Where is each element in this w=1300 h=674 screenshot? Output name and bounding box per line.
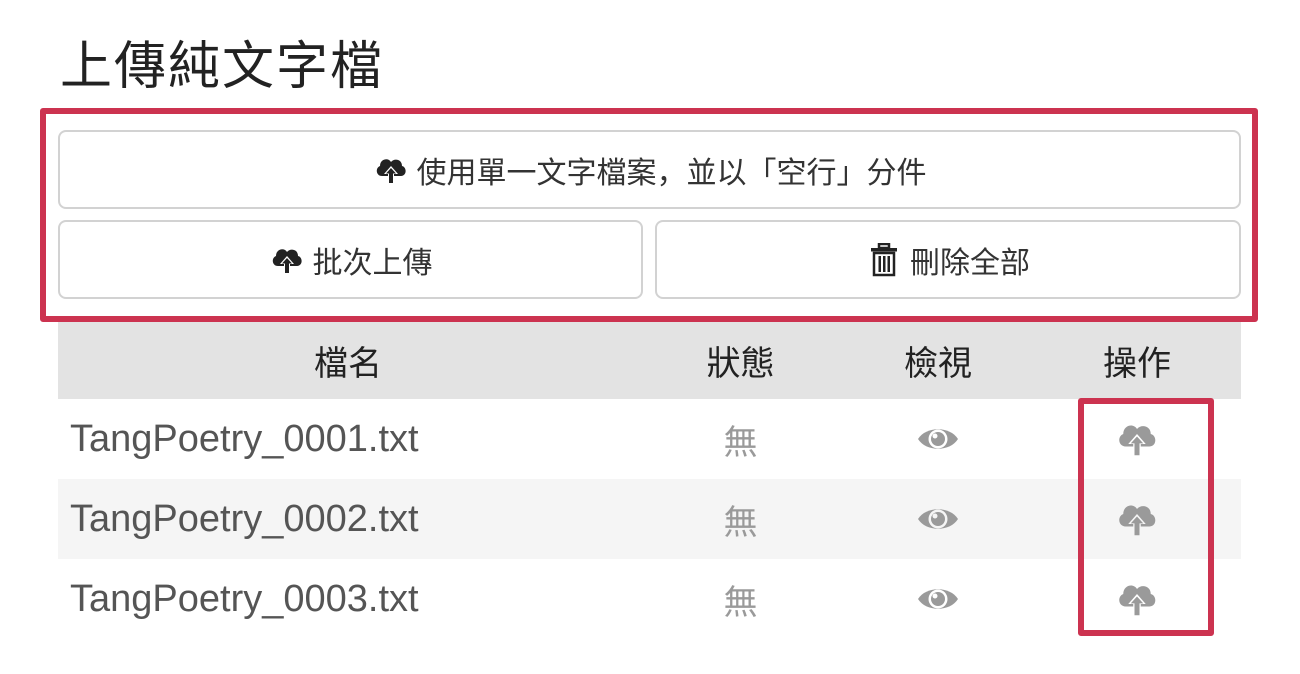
single-file-upload-label: 使用單一文字檔案，並以「空行」分件	[416, 155, 927, 191]
file-status: 無	[723, 502, 758, 543]
table-header: 檔名 狀態 檢視 操作	[58, 322, 1241, 399]
file-status: 無	[723, 582, 758, 623]
file-status: 無	[723, 422, 758, 463]
cloud-upload-icon	[1119, 585, 1156, 617]
delete-all-button[interactable]: 刪除全部	[655, 220, 1241, 299]
eye-icon	[918, 509, 958, 529]
table-row: TangPoetry_0002.txt 無	[58, 479, 1241, 559]
upload-file-button[interactable]	[1033, 419, 1241, 459]
batch-upload-button[interactable]: 批次上傳	[58, 220, 643, 299]
file-name: TangPoetry_0001.txt	[70, 417, 419, 460]
cloud-upload-icon	[1119, 425, 1156, 457]
upload-file-button[interactable]	[1033, 499, 1241, 539]
header-filename: 檔名	[314, 344, 382, 384]
upload-file-button[interactable]	[1033, 579, 1241, 619]
trash-icon	[866, 242, 902, 277]
delete-all-label: 刪除全部	[910, 245, 1030, 281]
view-button[interactable]	[843, 504, 1033, 534]
file-name: TangPoetry_0002.txt	[70, 497, 419, 540]
table-row: TangPoetry_0001.txt 無	[58, 399, 1241, 479]
file-name: TangPoetry_0003.txt	[70, 577, 419, 620]
table-row: TangPoetry_0003.txt 無	[58, 559, 1241, 639]
file-table: 檔名 狀態 檢視 操作 TangPoetry_0001.txt 無 TangPo…	[58, 322, 1241, 639]
header-action: 操作	[1103, 344, 1171, 384]
cloud-upload-icon	[373, 153, 409, 187]
eye-icon	[918, 429, 958, 449]
batch-upload-label: 批次上傳	[312, 245, 433, 281]
view-button[interactable]	[843, 584, 1033, 614]
eye-icon	[918, 589, 958, 609]
header-view: 檢視	[904, 344, 972, 384]
single-file-upload-button[interactable]: 使用單一文字檔案，並以「空行」分件	[58, 130, 1241, 209]
header-status: 狀態	[706, 344, 775, 384]
cloud-upload-icon	[1119, 505, 1156, 537]
view-button[interactable]	[843, 424, 1033, 454]
cloud-upload-icon	[269, 243, 305, 277]
page-title: 上傳純文字檔	[60, 37, 385, 97]
